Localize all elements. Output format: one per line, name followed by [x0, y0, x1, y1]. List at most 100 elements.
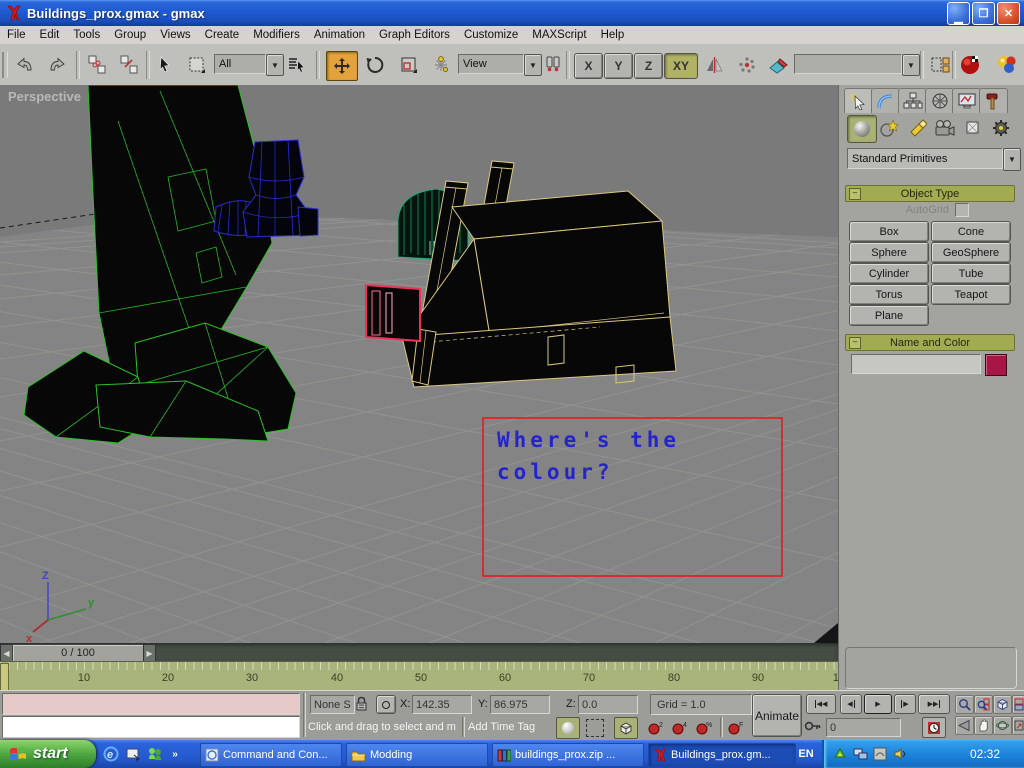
add-time-tag[interactable]: Add Time Tag: [468, 721, 535, 733]
time-configuration-icon[interactable]: [922, 717, 946, 738]
track-bar[interactable]: 10 20 30 40 50 60 70 80 90 100: [0, 661, 838, 691]
axis-y-button[interactable]: Y: [604, 53, 633, 79]
category-helpers[interactable]: [959, 115, 987, 141]
zoom-icon[interactable]: [955, 695, 974, 714]
tab-utilities[interactable]: [979, 88, 1008, 113]
axis-xy-button[interactable]: XY: [664, 53, 698, 79]
start-button[interactable]: start: [0, 740, 96, 768]
task-gmax-active[interactable]: Buildings_prox.gm...: [648, 743, 796, 767]
key-mode-icon[interactable]: [804, 718, 822, 739]
object-name-field[interactable]: [851, 354, 981, 374]
selection-lock-icon[interactable]: [354, 695, 369, 717]
category-shapes[interactable]: [875, 115, 903, 141]
current-frame-field[interactable]: 0: [826, 718, 901, 737]
play-button[interactable]: ▶: [864, 694, 892, 714]
go-to-start-button[interactable]: ◀◀: [806, 694, 836, 714]
y-coordinate-field[interactable]: 86.975: [490, 695, 550, 714]
mirror-icon[interactable]: [702, 52, 728, 78]
zoom-extents-icon[interactable]: [993, 695, 1012, 714]
toolbar-handle[interactable]: [2, 52, 8, 78]
menu-graph-editors[interactable]: Graph Editors: [372, 28, 457, 42]
menu-group[interactable]: Group: [107, 28, 153, 42]
teapot-button[interactable]: Teapot: [931, 284, 1011, 305]
tray-icon-3[interactable]: [872, 746, 888, 762]
go-to-end-button[interactable]: ▶▶: [918, 694, 950, 714]
messenger-icon[interactable]: [146, 745, 164, 763]
ie-icon[interactable]: e: [102, 745, 120, 763]
key-filter-icon-1[interactable]: 2: [646, 719, 666, 737]
axis-x-button[interactable]: X: [574, 53, 603, 79]
scale-icon[interactable]: [396, 52, 422, 78]
tab-display[interactable]: [952, 88, 981, 113]
x-coordinate-field[interactable]: 142.35: [412, 695, 472, 714]
minimize-button[interactable]: ▁: [947, 2, 970, 25]
menu-create[interactable]: Create: [198, 28, 247, 42]
material-navigator-icon[interactable]: [994, 52, 1020, 78]
box-button[interactable]: Box: [849, 221, 929, 242]
move-icon[interactable]: [326, 51, 358, 81]
autogrid-checkbox[interactable]: [955, 203, 969, 217]
zoom-all-icon[interactable]: [974, 695, 993, 714]
unlink-icon[interactable]: [116, 52, 142, 78]
close-button[interactable]: ✕: [997, 2, 1020, 25]
menu-edit[interactable]: Edit: [33, 28, 67, 42]
chevron-down-icon[interactable]: ▼: [1003, 148, 1021, 171]
undo-icon[interactable]: [12, 52, 38, 78]
perspective-viewport[interactable]: Where's the colour? Z y x Perspective: [0, 85, 838, 643]
sphere-button[interactable]: Sphere: [849, 242, 929, 263]
degradation-override-icon[interactable]: [556, 717, 580, 739]
menu-help[interactable]: Help: [594, 28, 632, 42]
select-by-name-icon[interactable]: [284, 52, 310, 78]
redo-icon[interactable]: [44, 52, 70, 78]
menu-modifiers[interactable]: Modifiers: [246, 28, 307, 42]
z-coordinate-field[interactable]: 0.0: [578, 695, 638, 714]
key-filter-icon-2[interactable]: 4: [670, 719, 690, 737]
category-cameras[interactable]: [931, 115, 959, 141]
menu-views[interactable]: Views: [153, 28, 197, 42]
task-zip-archive[interactable]: buildings_prox.zip ...: [492, 743, 644, 767]
object-color-swatch[interactable]: [985, 354, 1007, 376]
absolute-mode-icon[interactable]: [376, 695, 396, 714]
clock[interactable]: 02:32: [952, 740, 1018, 768]
material-editor-icon[interactable]: [958, 52, 984, 78]
previous-frame-button[interactable]: ◀: [840, 694, 862, 714]
min-max-toggle-icon[interactable]: [1012, 716, 1024, 735]
time-slider-right-arrow[interactable]: ▶: [143, 644, 156, 662]
key-filter-icon-4[interactable]: F: [726, 719, 746, 737]
menu-animation[interactable]: Animation: [307, 28, 372, 42]
task-command-and-conquer[interactable]: Command and Con...: [200, 743, 342, 767]
tray-icon-4[interactable]: [892, 746, 908, 762]
axis-z-button[interactable]: Z: [634, 53, 663, 79]
menu-tools[interactable]: Tools: [66, 28, 107, 42]
rotate-icon[interactable]: [362, 52, 388, 78]
task-modding-folder[interactable]: Modding: [346, 743, 488, 767]
tab-create[interactable]: [844, 88, 873, 113]
arc-rotate-icon[interactable]: [993, 716, 1012, 735]
select-object-icon[interactable]: [152, 52, 178, 78]
collapse-icon[interactable]: –: [849, 337, 861, 349]
time-slider-track[interactable]: ◀ 0 / 100 ▶: [0, 643, 838, 661]
category-lights[interactable]: [903, 115, 931, 141]
maxscript-input-field[interactable]: [2, 716, 300, 738]
tray-icon-1[interactable]: [832, 746, 848, 762]
select-and-link-icon[interactable]: [84, 52, 110, 78]
snap-cube-icon[interactable]: [614, 717, 638, 739]
chevron-right-icon[interactable]: »: [166, 745, 184, 763]
chevron-down-icon[interactable]: ▼: [902, 54, 920, 76]
tab-modify[interactable]: [871, 88, 900, 113]
language-indicator[interactable]: EN: [793, 745, 819, 763]
launch-icon[interactable]: [124, 745, 142, 763]
plane-button[interactable]: Plane: [849, 305, 929, 326]
cylinder-button[interactable]: Cylinder: [849, 263, 929, 284]
name-and-color-rollout[interactable]: – Name and Color: [845, 334, 1015, 351]
next-frame-button[interactable]: ▶: [894, 694, 916, 714]
restore-button[interactable]: ❐: [972, 2, 995, 25]
snap-toggle-icon[interactable]: [428, 52, 454, 78]
tab-motion[interactable]: [925, 88, 954, 113]
category-systems[interactable]: [987, 115, 1015, 141]
torus-button[interactable]: Torus: [849, 284, 929, 305]
use-pivot-icon[interactable]: [540, 52, 566, 78]
wireframe-model-selected-red[interactable]: [366, 285, 420, 341]
collapse-icon[interactable]: –: [849, 188, 861, 200]
cone-button[interactable]: Cone: [931, 221, 1011, 242]
